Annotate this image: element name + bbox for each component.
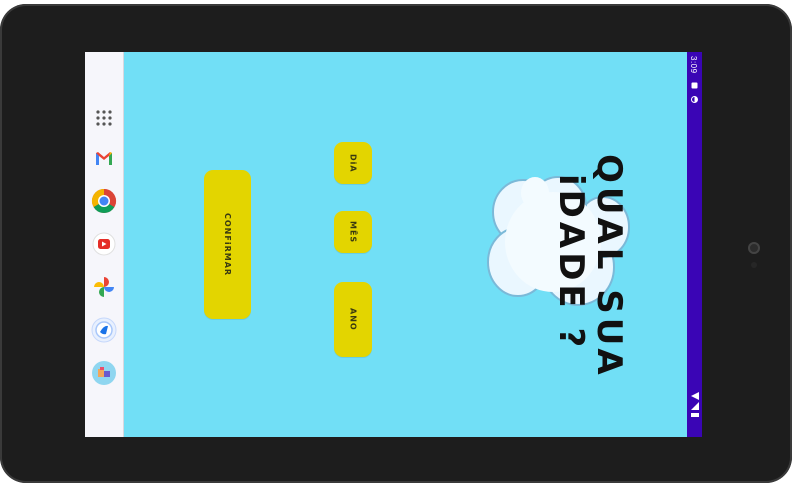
sensor-dot	[751, 262, 757, 268]
app-drawer-icon[interactable]	[90, 104, 118, 132]
notification-icon	[691, 82, 698, 89]
taskbar	[85, 52, 124, 437]
title-line2: iDADE ?	[551, 174, 591, 352]
status-time: 3:09	[689, 56, 698, 74]
day-button-label: DiA	[348, 153, 358, 173]
confirm-button[interactable]: CONFiRMAR	[204, 170, 251, 319]
battery-icon	[691, 413, 699, 417]
month-button[interactable]: MÊS	[334, 211, 372, 253]
month-button-label: MÊS	[348, 220, 358, 244]
day-button[interactable]: DiA	[334, 142, 372, 184]
title-line1: QUAL SUA	[589, 154, 629, 379]
status-bar: 3:09	[687, 52, 702, 437]
camera-icon	[748, 242, 760, 254]
screen: QUAL SUA iDADE ? DiA MÊS ANO CONFiRMAR 3…	[85, 52, 702, 437]
year-button[interactable]: ANO	[334, 282, 372, 357]
wifi-icon	[691, 392, 699, 400]
youtube-icon[interactable]	[90, 230, 118, 258]
signal-icon	[691, 402, 699, 410]
year-button-label: ANO	[348, 308, 358, 331]
photos-icon[interactable]	[90, 273, 118, 301]
game-app-icon[interactable]	[90, 359, 118, 387]
confirm-button-label: CONFiRMAR	[223, 212, 232, 277]
battery-saver-icon	[691, 96, 698, 103]
chrome-icon[interactable]	[90, 187, 118, 215]
gmail-icon[interactable]	[90, 144, 118, 172]
app-content: QUAL SUA iDADE ? DiA MÊS ANO CONFiRMAR	[123, 52, 687, 437]
app-icon[interactable]	[90, 316, 118, 344]
